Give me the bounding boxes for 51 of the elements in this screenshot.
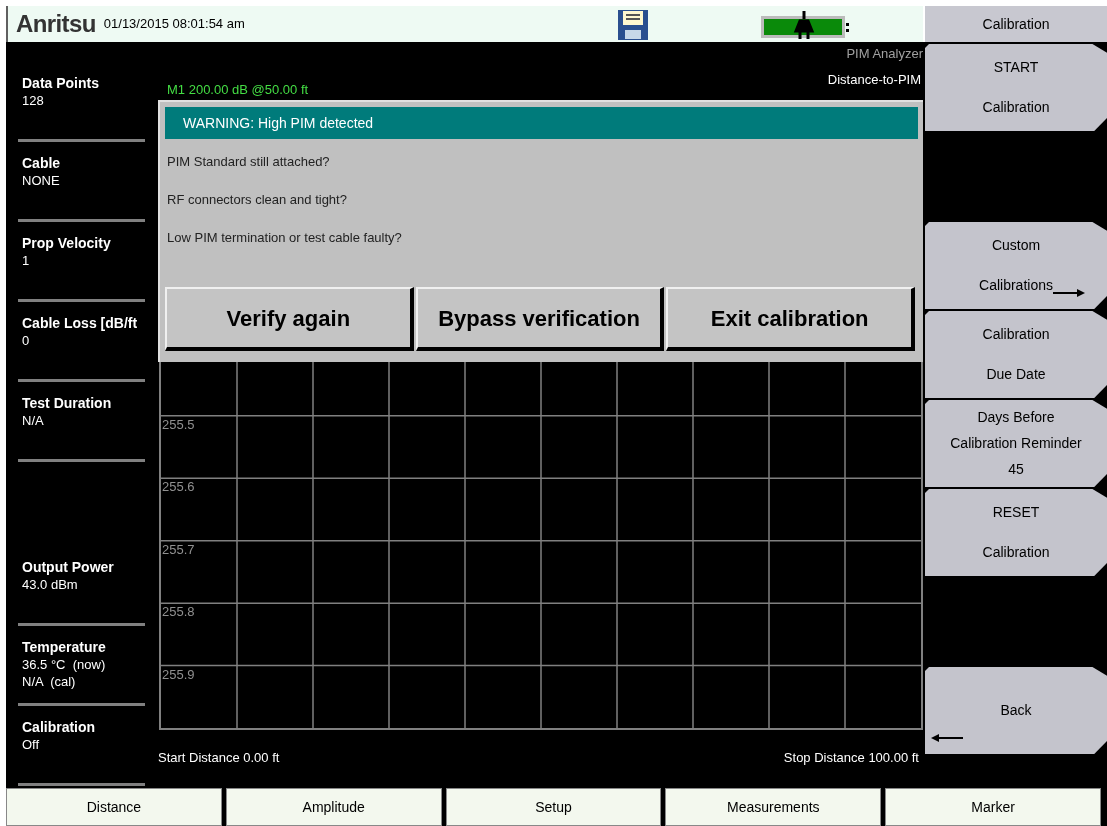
parameter-value: NONE [22, 172, 61, 189]
dialog-button[interactable]: Exit calibration [666, 287, 915, 351]
y-axis-label: 255.9 [162, 667, 195, 681]
softkey-button[interactable]: START Calibration [925, 44, 1107, 131]
parameter-value: 1 [22, 252, 31, 269]
parameter-value: N/A (cal) [22, 673, 77, 690]
parameter-label: Test Duration [22, 394, 113, 412]
stop-distance: Stop Distance 100.00 ft [783, 748, 919, 767]
y-axis-label: 255.7 [162, 542, 195, 556]
parameter-label: Temperature [22, 638, 107, 656]
menu-tab[interactable]: Marker [885, 788, 1101, 826]
parameter-label: Data Points [22, 74, 100, 92]
left-arrow-icon [931, 734, 963, 742]
menu-title: Calibration [925, 6, 1107, 42]
measurement-label: Distance-to-PIM [827, 71, 921, 89]
menu-tab[interactable]: Amplitude [225, 788, 442, 826]
start-distance: Start Distance 0.00 ft [158, 748, 280, 767]
parameter-label: Cable [22, 154, 62, 172]
menu-tab[interactable]: Setup [445, 788, 662, 826]
dialog-message: PIM Standard still attached? [166, 153, 331, 171]
parameter-value: N/A [22, 412, 45, 429]
dialog-button[interactable]: Verify again [165, 287, 414, 351]
parameter-value: 43.0 dBm [22, 576, 79, 593]
parameter-value: 36.5 °C (now) [22, 656, 107, 673]
marker-readout: M1 200.00 dB @50.00 ft [167, 81, 309, 99]
menu-tab[interactable]: Distance [6, 788, 222, 826]
parameter-label: Output Power [22, 558, 115, 576]
parameter-value: 0 [22, 332, 31, 349]
dialog-message: Low PIM termination or test cable faulty? [166, 229, 403, 247]
battery-plug-icon [760, 11, 850, 39]
softkey-button[interactable]: Days Before Calibration Reminder 45 [925, 400, 1107, 487]
dialog-message: RF connectors clean and tight? [166, 191, 348, 209]
y-axis-label: 255.8 [162, 605, 195, 619]
softkey-button[interactable]: Custom Calibrations [925, 222, 1107, 309]
parameter-value: 128 [22, 92, 45, 109]
softkey-button[interactable]: Back [925, 667, 1107, 754]
date-time: 01/13/2015 08:01:54 am [103, 15, 245, 34]
softkey-button[interactable]: Calibration Due Date [925, 311, 1107, 398]
dialog-button[interactable]: Bypass verification [415, 287, 665, 351]
parameter-label: Prop Velocity [22, 234, 112, 252]
parameter-label: Cable Loss [dB/ft [22, 314, 139, 332]
dialog-title: WARNING: High PIM detected [165, 107, 918, 139]
right-arrow-icon [1053, 289, 1085, 297]
parameter-label: Calibration [22, 718, 97, 736]
y-axis-label: 255.5 [162, 417, 195, 431]
parameter-value: Off [22, 736, 41, 753]
mode-label: PIM Analyzer [846, 45, 923, 63]
y-axis-label: 255.6 [162, 480, 195, 494]
menu-tab[interactable]: Measurements [665, 788, 882, 826]
logo: Anritsu [16, 12, 96, 36]
softkey-button[interactable]: RESET Calibration [925, 489, 1107, 576]
